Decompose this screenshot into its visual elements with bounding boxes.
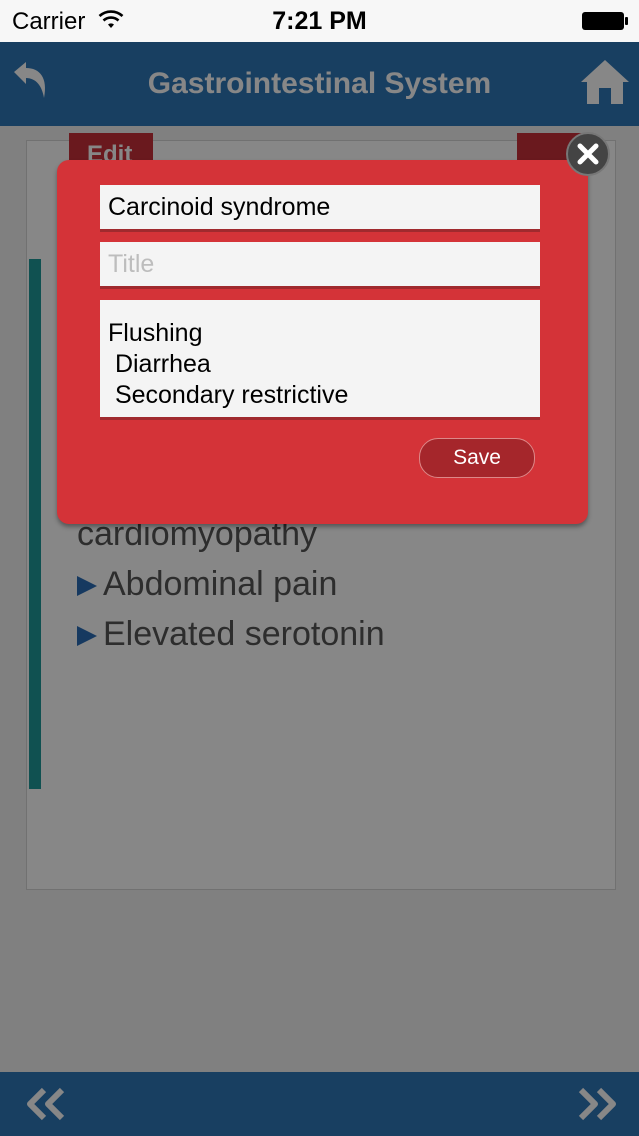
edit-note-dialog: Flushing Diarrhea Secondary restrictive … <box>57 160 588 524</box>
clock: 7:21 PM <box>272 7 367 35</box>
close-icon <box>577 143 599 165</box>
notes-textarea[interactable]: Flushing Diarrhea Secondary restrictive <box>100 300 540 420</box>
title-field[interactable] <box>100 242 540 289</box>
battery-icon <box>582 12 628 30</box>
name-field[interactable] <box>100 185 540 232</box>
close-dialog-button[interactable] <box>566 132 610 176</box>
save-button[interactable]: Save <box>419 438 535 478</box>
status-bar: Carrier 7:21 PM <box>0 0 639 42</box>
